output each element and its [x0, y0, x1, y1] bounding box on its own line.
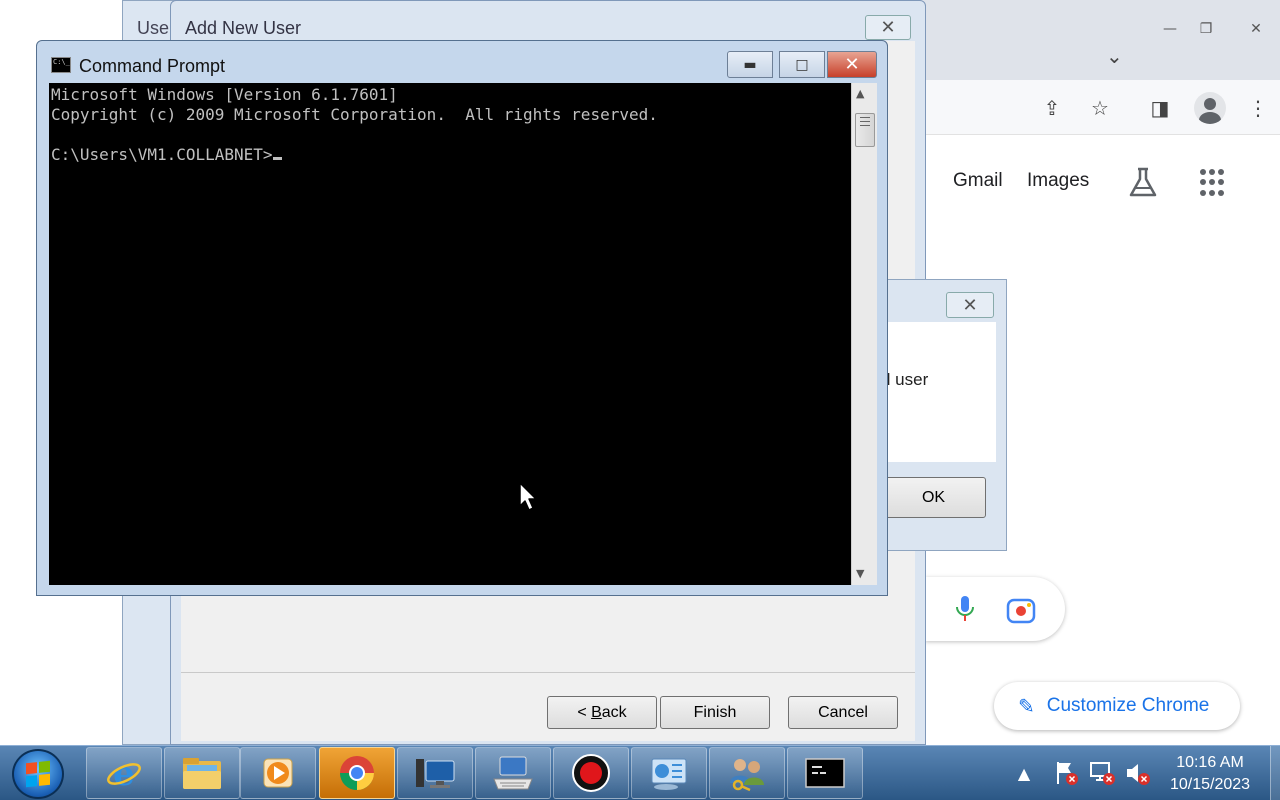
pencil-icon: ✎: [1018, 695, 1035, 718]
windows-logo-icon: [26, 760, 50, 788]
console-line: Copyright (c) 2009 Microsoft Corporation…: [51, 105, 658, 124]
avatar-head-icon: [1204, 98, 1216, 110]
lens-camera-icon[interactable]: [1006, 596, 1036, 624]
cmd-title: Command Prompt: [79, 56, 226, 76]
clock-date: 10/15/2023: [1169, 776, 1251, 793]
message-body: [881, 322, 996, 462]
images-link[interactable]: Images: [1027, 170, 1089, 192]
tab-search-chevron-icon[interactable]: ⌄: [1106, 44, 1123, 68]
cmd-maximize-button[interactable]: □: [779, 51, 825, 78]
text-cursor: [272, 157, 282, 160]
cancel-button[interactable]: Cancel: [788, 696, 898, 729]
chrome-close-button[interactable]: ✕: [1236, 16, 1276, 42]
console-area[interactable]: Microsoft Windows [Version 6.1.7601] Copy…: [49, 83, 851, 585]
cmd-minimize-button[interactable]: ▬: [727, 51, 773, 78]
remote-desktop-icon: [416, 759, 455, 788]
taskbar-command-prompt[interactable]: [787, 747, 863, 799]
wizard-separator: [181, 672, 915, 673]
show-desktop-button[interactable]: [1270, 746, 1280, 800]
taskbar-internet-explorer[interactable]: e: [86, 747, 162, 799]
console-prompt-line: C:\Users\VM1.COLLABNET>: [51, 145, 658, 165]
show-hidden-icons-button[interactable]: ▲: [1012, 762, 1036, 784]
command-prompt-icon: [805, 758, 845, 788]
avatar-body-icon: [1199, 112, 1221, 124]
taskbar-media-player[interactable]: [240, 747, 316, 799]
users-key-icon: [730, 759, 764, 792]
mouse-pointer-icon: [519, 482, 537, 511]
record-icon: [572, 754, 610, 792]
chrome-logo-icon: [340, 756, 374, 790]
google-apps-icon[interactable]: [1200, 169, 1228, 197]
customize-chrome-button[interactable]: ✎ Customize Chrome: [994, 682, 1240, 730]
console-scrollbar[interactable]: ▲ ▼: [851, 83, 877, 585]
start-button[interactable]: [12, 749, 64, 799]
bookmark-star-icon[interactable]: ☆: [1084, 92, 1116, 124]
chrome-tab-bar: ⌄ — ❐ ✕: [880, 0, 1280, 80]
gmail-link[interactable]: Gmail: [953, 170, 1003, 192]
network-status-icon[interactable]: [1088, 760, 1116, 786]
svg-text:e: e: [113, 754, 135, 793]
side-panel-icon[interactable]: ◨: [1144, 92, 1176, 124]
command-prompt-window: C:\_ Command Prompt ▬ □ ✕ Microsoft Wind…: [36, 40, 888, 596]
taskbar-clock[interactable]: 10:16 AM 10/15/2023: [1160, 752, 1260, 796]
console-output: Microsoft Windows [Version 6.1.7601] Copy…: [51, 85, 658, 165]
taskbar-active-directory-users[interactable]: [709, 747, 785, 799]
volume-muted-icon[interactable]: [1124, 760, 1152, 786]
console-prompt: C:\Users\VM1.COLLABNET>: [51, 145, 273, 164]
action-center-flag-icon[interactable]: [1054, 760, 1080, 786]
ok-button[interactable]: OK: [881, 477, 986, 518]
taskbar: e ▲ 10:16 AM 10/15/2023: [0, 745, 1280, 800]
scroll-thumb[interactable]: [855, 113, 875, 147]
profile-avatar[interactable]: [1194, 92, 1226, 124]
server-manager-icon: [651, 758, 687, 790]
scroll-up-arrow-icon[interactable]: ▲: [856, 87, 864, 100]
wizard-title: Add New User: [185, 18, 302, 38]
media-player-icon: [263, 758, 293, 788]
wizard-close-button[interactable]: ✕: [865, 15, 911, 40]
search-box-end[interactable]: [925, 577, 1065, 641]
chrome-minimize-button[interactable]: —: [1150, 16, 1190, 42]
taskbar-windows-explorer[interactable]: [164, 747, 240, 799]
folder-icon: [183, 758, 221, 789]
cmd-app-icon[interactable]: C:\_: [51, 57, 71, 73]
taskbar-google-chrome[interactable]: [319, 747, 395, 799]
finish-button[interactable]: Finish: [660, 696, 770, 729]
message-close-button[interactable]: ✕: [946, 292, 994, 318]
back-button[interactable]: < Back: [547, 696, 657, 729]
chrome-menu-icon[interactable]: ⋮: [1242, 92, 1274, 124]
labs-flask-icon[interactable]: [1126, 165, 1160, 199]
chrome-maximize-button[interactable]: ❐: [1186, 16, 1226, 42]
computer-keyboard-icon: [493, 756, 533, 790]
internet-explorer-icon: e: [107, 754, 141, 793]
voice-search-mic-icon[interactable]: [953, 594, 977, 624]
taskbar-network-settings[interactable]: [475, 747, 551, 799]
clock-time: 10:16 AM: [1176, 754, 1244, 771]
share-icon[interactable]: ⇪: [1036, 92, 1068, 124]
scroll-down-arrow-icon[interactable]: ▼: [856, 567, 864, 580]
message-text: d user: [881, 370, 929, 389]
taskbar-remote-desktop[interactable]: [397, 747, 473, 799]
taskbar-screen-recorder[interactable]: [553, 747, 629, 799]
console-line: Microsoft Windows [Version 6.1.7601]: [51, 85, 398, 104]
cmd-close-button[interactable]: ✕: [827, 51, 877, 78]
customize-chrome-label: Customize Chrome: [1046, 695, 1210, 716]
taskbar-server-manager[interactable]: [631, 747, 707, 799]
message-dialog: ✕ d user OK: [880, 279, 1007, 551]
